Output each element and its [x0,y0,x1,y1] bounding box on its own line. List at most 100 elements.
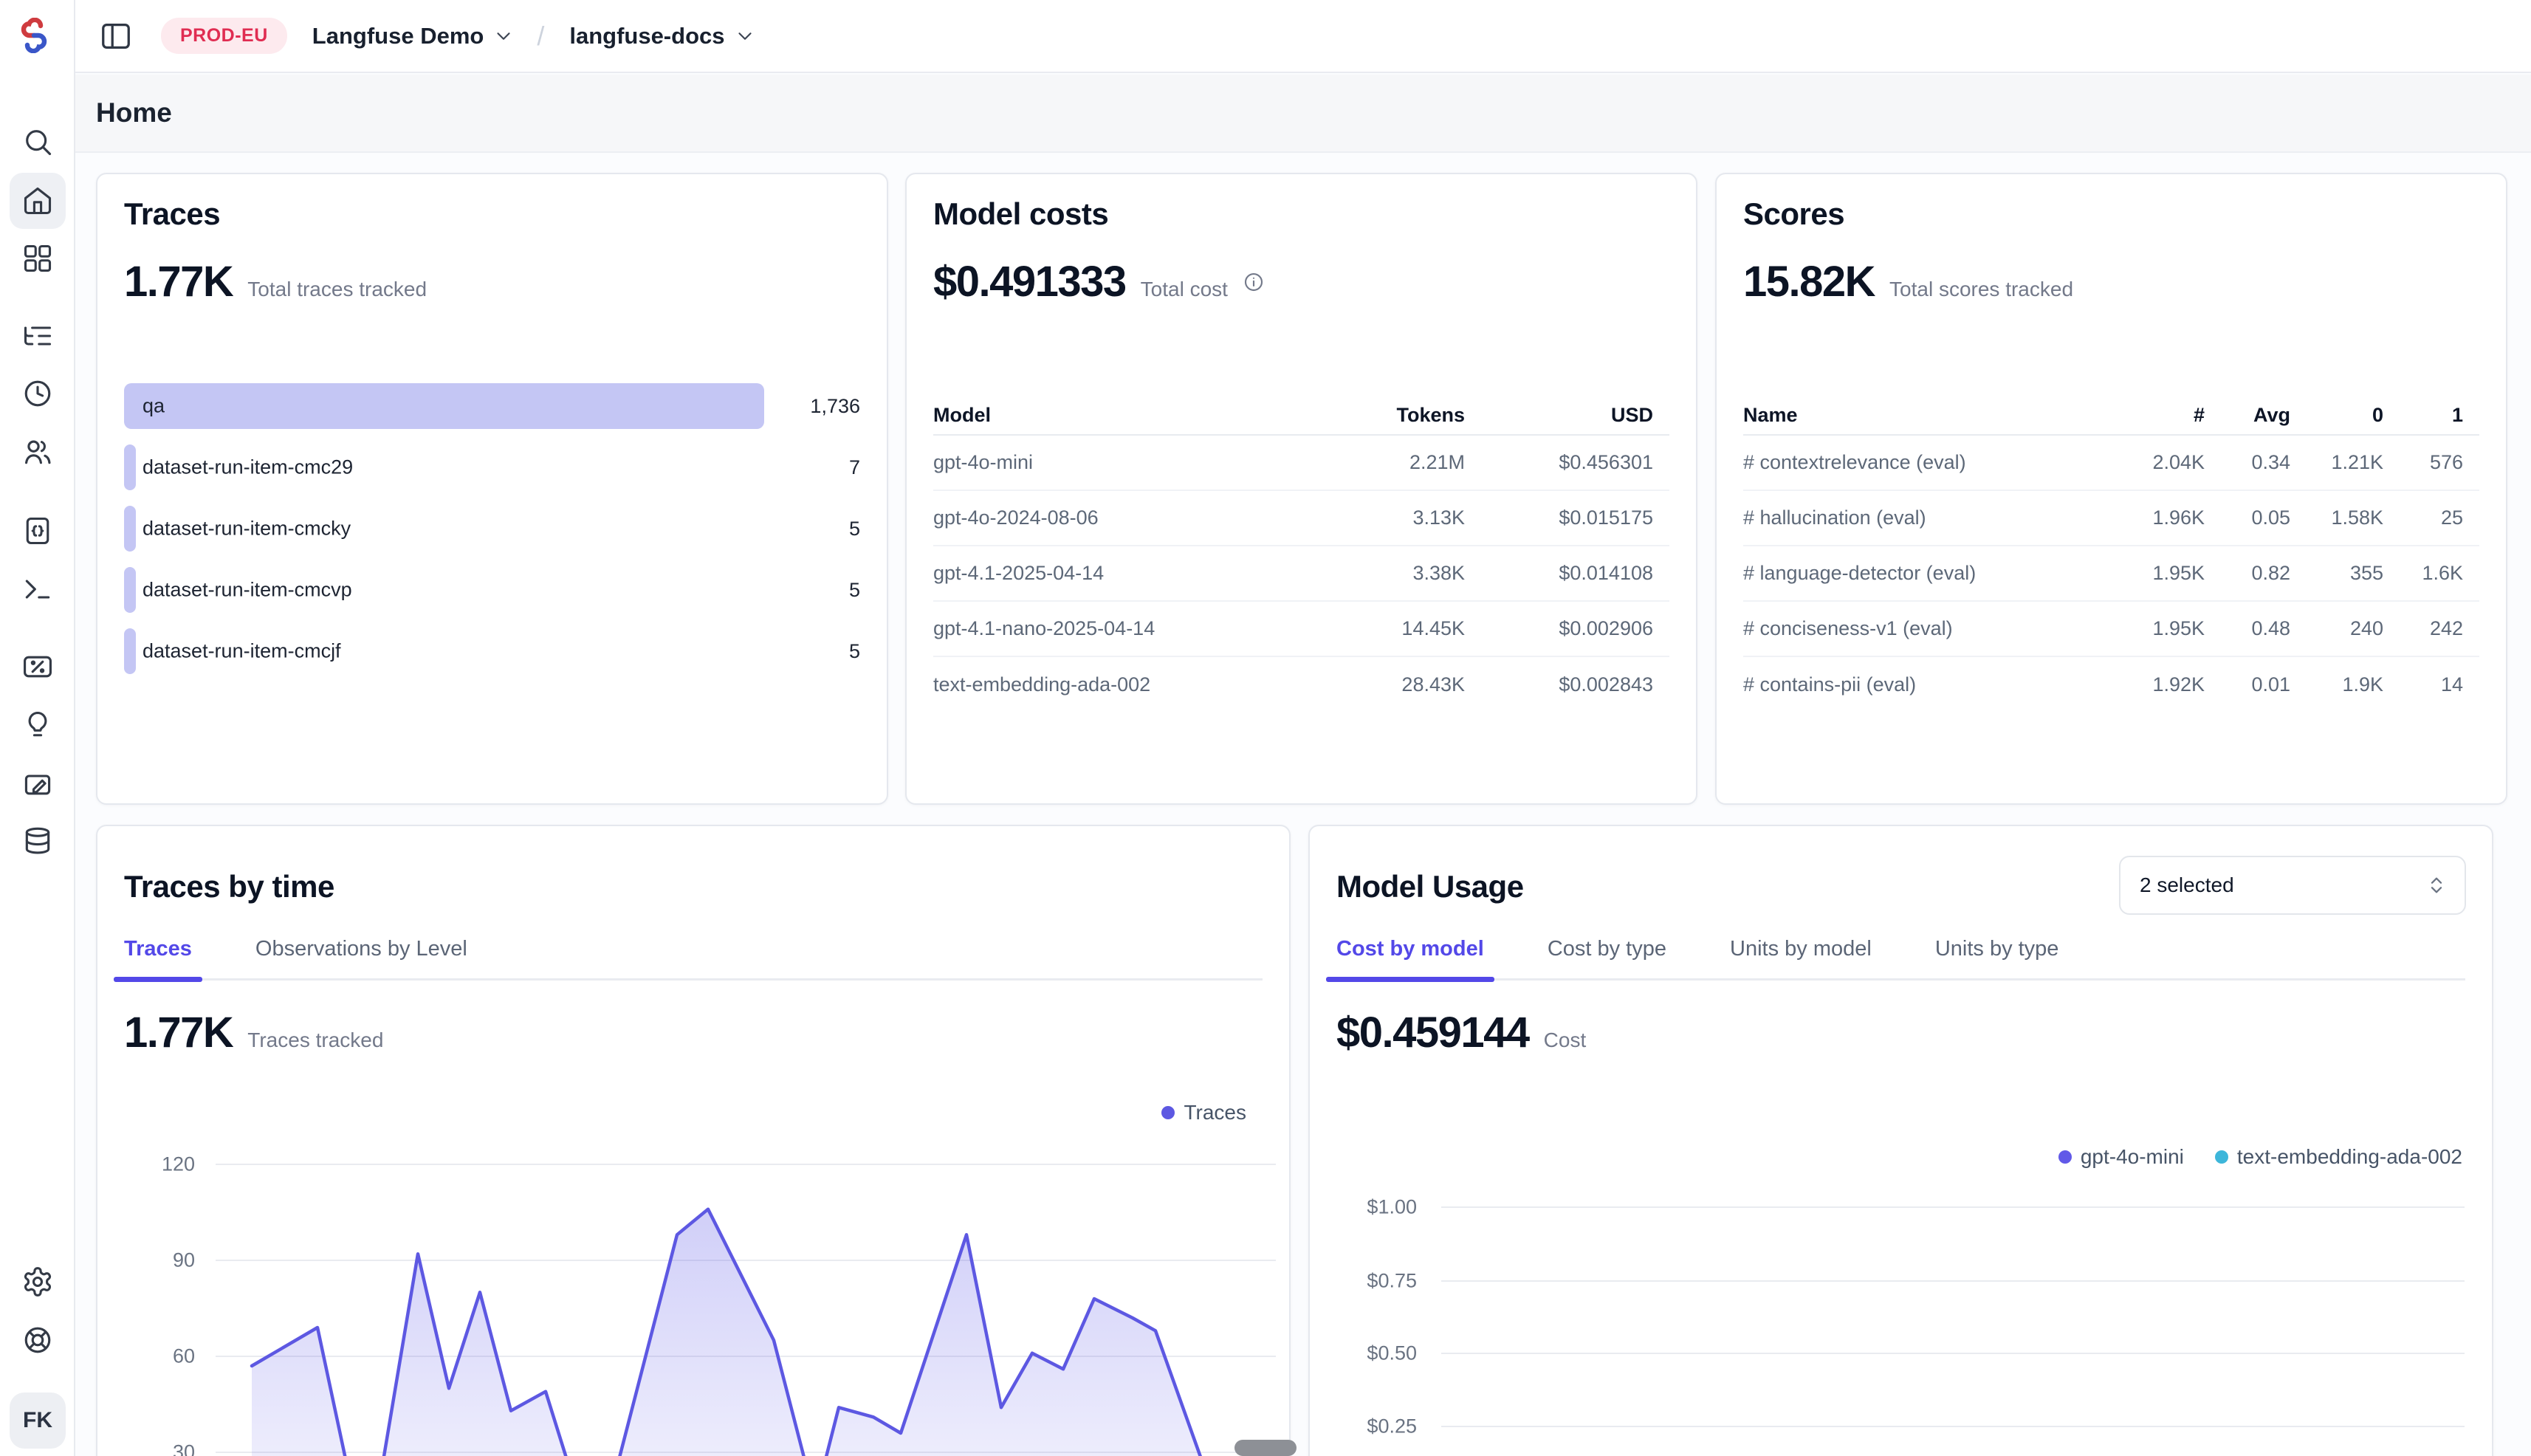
table-row: gpt-4.1-nano-2025-04-1414.45K$0.002906 [933,602,1669,657]
model-select-value: 2 selected [2140,873,2425,897]
trace-bar-row: dataset-run-item-cmcvp5 [124,567,860,613]
table-cell: 3.38K [1273,562,1465,585]
column-header: Avg [2205,404,2290,427]
legend-item[interactable]: Traces [1161,1101,1246,1124]
model-costs-card: Model costs $0.491333 Total cost ModelTo… [905,173,1697,805]
tab-traces[interactable]: Traces [124,937,192,981]
y-axis-tick-label: $0.50 [1336,1342,1417,1365]
settings-gear-icon[interactable] [21,1266,54,1298]
tab-units-by-type[interactable]: Units by type [1935,937,2059,981]
traces-total-label: Total traces tracked [247,278,427,301]
users-icon[interactable] [21,436,54,468]
scores-table: Name#Avg01# contextrelevance (eval)2.04K… [1743,396,2479,712]
sidebar-toggle-icon[interactable] [99,19,133,53]
trace-bar-row: dataset-run-item-cmcjf5 [124,628,860,674]
annotation-lightbulb-icon[interactable] [21,709,54,741]
tab-cost-by-type[interactable]: Cost by type [1548,937,1666,981]
legend-item[interactable]: gpt-4o-mini [2058,1145,2184,1169]
table-cell: 25 [2383,506,2463,529]
tracing-icon[interactable] [21,320,54,352]
chevron-down-icon [492,25,515,47]
home-icon[interactable] [21,185,54,217]
trace-count: 5 [764,579,860,602]
table-cell: # hallucination (eval) [1743,506,2116,529]
table-cell: 242 [2383,617,2463,640]
trace-bar [124,628,136,674]
project-switcher[interactable]: langfuse-docs [569,23,755,49]
evaluation-icon[interactable] [21,650,54,683]
table-cell: 0.48 [2205,617,2290,640]
trace-bar-zone: dataset-run-item-cmcvp [124,567,764,613]
trace-bar-row: qa1,736 [124,383,860,429]
y-axis-tick-label: $0.75 [1336,1270,1417,1293]
prompts-file-icon[interactable] [21,515,54,547]
y-axis-tick-label: 120 [114,1153,195,1176]
table-cell: # contextrelevance (eval) [1743,451,2116,474]
model-costs-table: ModelTokensUSDgpt-4o-mini2.21M$0.456301 g… [933,396,1669,712]
y-axis-tick-label: $1.00 [1336,1196,1417,1219]
scores-card: Scores 15.82K Total scores tracked Name#… [1715,173,2507,805]
horizontal-scrollbar-thumb[interactable] [1234,1440,1297,1456]
legend-dot-icon [1161,1106,1175,1119]
table-cell: 1.21K [2290,451,2383,474]
dashboards-icon[interactable] [21,242,54,275]
gridline [1441,1280,2465,1282]
tab-cost-by-model[interactable]: Cost by model [1336,937,1484,981]
table-cell: $0.014108 [1465,562,1653,585]
trace-name: dataset-run-item-cmcky [142,518,351,540]
model-usage-tabs: Cost by model Cost by type Units by model U… [1336,937,2465,981]
table-cell: 0.05 [2205,506,2290,529]
scores-total-label: Total scores tracked [1889,278,2073,301]
table-cell: 1.58K [2290,506,2383,529]
legend-label: text-embedding-ada-002 [2237,1145,2462,1169]
scores-total: 15.82K [1743,257,1875,306]
table-cell: $0.002906 [1465,617,1653,640]
table-cell: 28.43K [1273,673,1465,696]
model-select[interactable]: 2 selected [2119,856,2466,915]
tab-units-by-model[interactable]: Units by model [1730,937,1872,981]
org-switcher[interactable]: Langfuse Demo [312,23,515,49]
table-row: # contextrelevance (eval)2.04K0.341.21K5… [1743,436,2479,491]
traces-by-time-card: Traces by time Traces Observations by Lev… [96,825,1291,1456]
traces-tracked-label: Traces tracked [247,1029,383,1052]
langfuse-logo-icon [16,18,52,53]
table-row: gpt-4o-mini2.21M$0.456301 [933,436,1669,491]
datasets-icon[interactable] [21,768,54,800]
card-title: Model costs [933,196,1108,232]
info-icon[interactable] [1243,271,1265,293]
usage-cost: $0.459144 [1336,1008,1529,1057]
tab-observations-by-level[interactable]: Observations by Level [255,937,467,981]
column-header: 1 [2383,404,2463,427]
gridline [1441,1206,2465,1208]
support-lifebuoy-icon[interactable] [21,1324,54,1356]
database-icon[interactable] [21,825,54,857]
table-cell: 2.04K [2116,451,2205,474]
table-cell: 0.34 [2205,451,2290,474]
trace-bar [124,567,136,613]
column-header: # [2116,404,2205,427]
trace-count: 5 [764,518,860,540]
chart-legend: gpt-4o-mini text-embedding-ada-002 [2058,1145,2462,1169]
legend-item[interactable]: text-embedding-ada-002 [2215,1145,2462,1169]
trace-bar-zone: qa [124,383,764,429]
legend-label: Traces [1184,1101,1246,1124]
avatar[interactable]: FK [10,1393,66,1449]
playground-terminal-icon[interactable] [21,573,54,605]
y-axis-tick-label: 60 [114,1345,195,1368]
trace-bar [124,506,136,552]
page-header: Home [75,75,2531,153]
org-name: Langfuse Demo [312,23,484,49]
table-cell: 2.21M [1273,451,1465,474]
trace-count: 5 [764,640,860,663]
search-icon[interactable] [21,126,54,158]
sessions-clock-icon[interactable] [21,377,54,410]
table-header-row: ModelTokensUSD [933,396,1669,436]
card-title: Scores [1743,196,1844,232]
sidebar: FK [0,0,75,1456]
traces-card: Traces 1.77K Total traces tracked qa1,73… [96,173,888,805]
traces-by-time-tabs: Traces Observations by Level [124,937,1263,981]
card-title: Traces by time [124,869,334,904]
chart-legend: Traces [1161,1101,1246,1124]
y-axis-tick-label: 90 [114,1249,195,1272]
table-row: # conciseness-v1 (eval)1.95K0.48240242 [1743,602,2479,657]
